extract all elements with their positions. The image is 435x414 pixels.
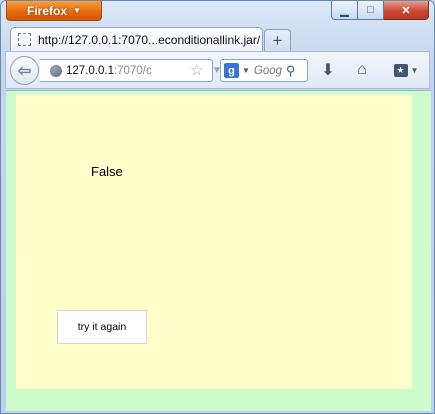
- try-again-button[interactable]: try it again: [57, 310, 147, 344]
- back-button[interactable]: ⇦: [10, 56, 39, 85]
- tab-title: http://127.0.0.1:7070...econditionallink…: [38, 32, 261, 47]
- page-viewport: False try it again: [6, 90, 431, 411]
- window-caption-buttons: ▁ □ ✕: [331, 1, 429, 20]
- chevron-down-icon: ▼: [73, 6, 81, 15]
- downloads-icon[interactable]: ⬇: [317, 60, 339, 80]
- bookmark-star-icon[interactable]: ☆: [190, 61, 203, 79]
- maximize-button[interactable]: □: [358, 1, 384, 20]
- search-bar[interactable]: g ▼ Goog ⚲: [220, 59, 308, 82]
- minimize-button[interactable]: ▁: [331, 1, 358, 20]
- address-bar[interactable]: 127.0.0.1 :7070/c ☆ ▼ ↻: [40, 59, 241, 82]
- chevron-down-icon[interactable]: ▼: [242, 66, 250, 75]
- back-arrow-icon: ⇦: [17, 62, 32, 80]
- url-host: 127.0.0.1: [66, 64, 114, 77]
- firefox-menu-label: Firefox: [27, 3, 68, 18]
- close-window-button[interactable]: ✕: [384, 1, 429, 20]
- navigation-toolbar: ⇦ 127.0.0.1 :7070/c ☆ ▼ ↻ g ▼ Goog ⚲ ⬇ ⌂…: [5, 51, 430, 89]
- globe-icon: [50, 64, 62, 77]
- browser-tab[interactable]: http://127.0.0.1:7070...econditionallink…: [10, 27, 263, 51]
- url-path: :7070/c: [113, 64, 152, 77]
- browser-window: Firefox ▼ ▁ □ ✕ http://127.0.0.1:7070...…: [0, 0, 435, 414]
- new-tab-button[interactable]: +: [264, 29, 291, 51]
- content-panel: False try it again: [16, 95, 412, 389]
- search-input[interactable]: Goog: [254, 65, 284, 77]
- page-favicon-icon: [18, 33, 31, 46]
- firefox-menu-button[interactable]: Firefox ▼: [6, 1, 102, 21]
- result-text: False: [91, 164, 123, 179]
- search-icon[interactable]: ⚲: [286, 63, 296, 79]
- chevron-down-icon: ▼: [410, 65, 419, 75]
- bookmarks-icon: ★: [393, 63, 408, 77]
- google-search-engine-icon[interactable]: g: [224, 63, 239, 78]
- home-icon[interactable]: ⌂: [351, 60, 373, 80]
- bookmarks-menu-button[interactable]: ★ ▼: [389, 60, 423, 80]
